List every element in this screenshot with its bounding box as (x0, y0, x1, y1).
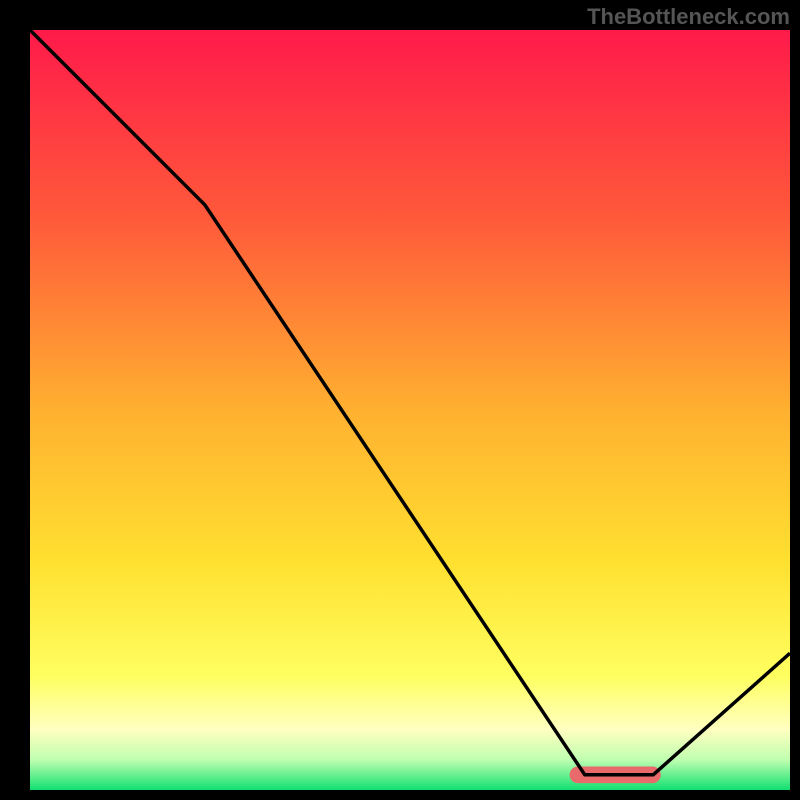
watermark-text: TheBottleneck.com (587, 4, 790, 30)
chart-container: TheBottleneck.com (0, 0, 800, 800)
plot-area (30, 30, 790, 790)
bottleneck-chart-svg (30, 30, 790, 790)
